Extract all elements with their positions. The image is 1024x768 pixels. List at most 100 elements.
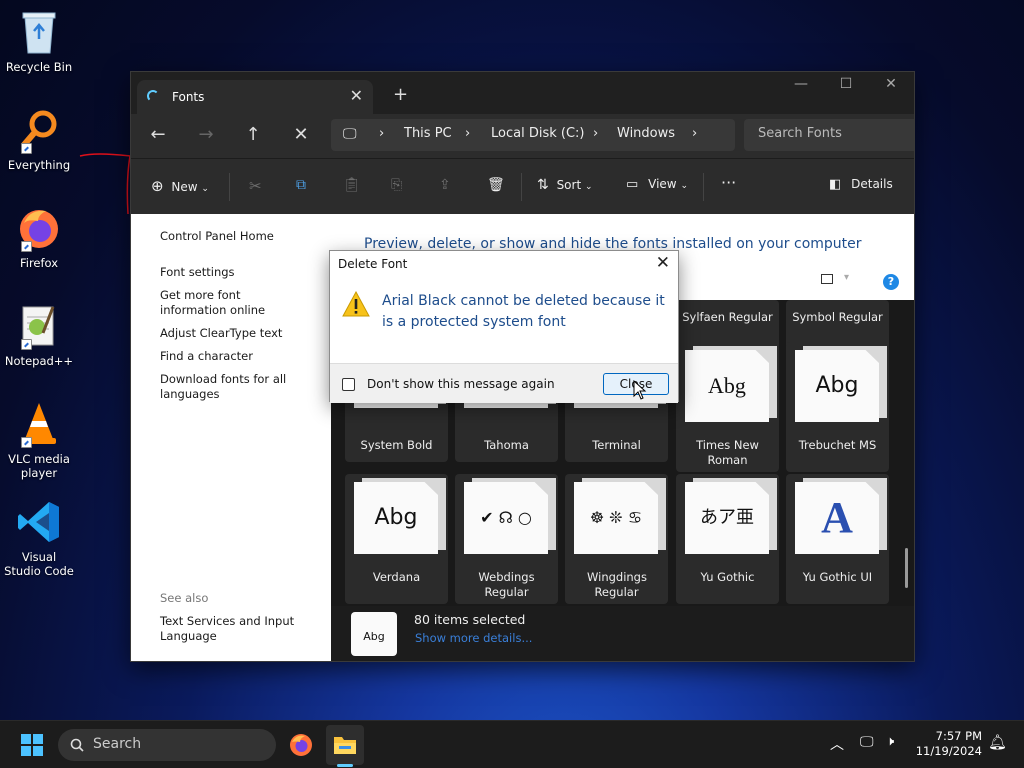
share-icon[interactable]: ⇪: [439, 177, 451, 193]
desktop-icon-notepadpp[interactable]: Notepad++: [4, 302, 74, 368]
link-font-settings[interactable]: Font settings: [160, 265, 235, 280]
dialog-close-icon[interactable]: ✕: [656, 253, 670, 273]
font-name: Sylfaen Regular: [682, 310, 773, 324]
desktop-icon-everything[interactable]: Everything: [4, 106, 74, 172]
font-tile-trebuchet[interactable]: Abg Trebuchet MS: [786, 342, 889, 472]
taskbar: Search ︿ 🖵 🕨 7:57 PM 11/19/2024 🔔︎: [0, 720, 1024, 768]
font-preview: ☸ ❊ ♋: [574, 478, 666, 554]
rename-icon[interactable]: ⎘: [391, 177, 402, 193]
active-app-indicator: [337, 764, 353, 767]
font-name: System Bold: [360, 438, 433, 452]
copy-icon[interactable]: ⧉: [296, 177, 306, 193]
stop-loading-icon[interactable]: ✕: [286, 124, 316, 145]
loading-spinner-icon: [147, 90, 159, 102]
desktop-icon-vlc[interactable]: VLC media player: [4, 400, 74, 480]
link-adjust-cleartype[interactable]: Adjust ClearType text: [160, 326, 282, 341]
font-name: Tahoma: [484, 438, 529, 452]
dialog-footer: Don't show this message again Close: [330, 363, 678, 403]
shortcut-arrow-icon: [21, 143, 32, 154]
separator: [703, 173, 704, 201]
font-tile-yu-gothic[interactable]: あア亜 Yu Gothic: [676, 474, 779, 604]
link-get-more-font-info[interactable]: Get more font information online: [160, 288, 310, 318]
chevron-down-icon[interactable]: ▾: [844, 272, 849, 283]
chevron-down-icon: ⌄: [201, 184, 209, 194]
taskbar-search[interactable]: Search: [58, 729, 276, 761]
search-input[interactable]: Search Fonts: [744, 119, 914, 151]
desktop-icon-recycle-bin[interactable]: Recycle Bin: [4, 8, 74, 74]
new-tab-button[interactable]: +: [393, 84, 408, 105]
up-arrow-icon[interactable]: ↑: [238, 124, 268, 145]
vscode-icon: [15, 498, 63, 546]
network-icon[interactable]: 🖵: [860, 734, 874, 750]
font-name: Symbol Regular: [792, 310, 883, 324]
desktop-icon-label: Recycle Bin: [5, 60, 73, 74]
link-download-fonts[interactable]: Download fonts for all languages: [160, 372, 300, 402]
font-preview: あア亜: [685, 478, 777, 554]
notification-bell-icon[interactable]: 🔔︎: [988, 733, 1007, 751]
font-tile-webdings[interactable]: ✔ ☊ ○ Webdings Regular: [455, 474, 558, 604]
font-name: Wingdings Regular: [587, 570, 647, 599]
minimize-button[interactable]: —: [781, 76, 821, 92]
windows-start-icon[interactable]: [21, 734, 43, 756]
delete-icon[interactable]: 🗑︎: [487, 177, 505, 193]
show-more-details-link[interactable]: Show more details...: [415, 631, 532, 645]
back-arrow-icon[interactable]: ←: [143, 124, 173, 145]
details-status-bar: Abg 80 items selected Show more details.…: [331, 606, 914, 661]
shortcut-arrow-icon: [21, 339, 32, 350]
tab-bar: Fonts ✕ + — ☐ ✕: [131, 72, 914, 114]
address-bar[interactable]: 🖵 › This PC › Local Disk (C:) › Windows …: [331, 119, 735, 151]
help-icon[interactable]: ?: [883, 274, 899, 290]
breadcrumb-local-disk[interactable]: Local Disk (C:): [491, 126, 584, 141]
font-tile-wingdings[interactable]: ☸ ❊ ♋ Wingdings Regular: [565, 474, 668, 604]
breadcrumb-chevron-icon: ›: [465, 126, 471, 141]
font-preview: A: [795, 478, 887, 554]
desktop-icon-label: Visual Studio Code: [4, 550, 74, 578]
font-name: Verdana: [372, 570, 421, 584]
desktop-icon-firefox[interactable]: Firefox: [4, 204, 74, 270]
dialog-title: Delete Font: [338, 257, 408, 271]
separator: [229, 173, 230, 201]
chevron-down-icon: ⌄: [585, 182, 593, 192]
details-button[interactable]: ◧ Details: [829, 177, 893, 192]
breadcrumb-chevron-icon: ›: [593, 126, 599, 141]
dialog-message: Arial Black cannot be deleted because it…: [382, 293, 665, 330]
sort-button[interactable]: ⇅ Sort ⌄: [537, 177, 593, 193]
view-toggle-icon[interactable]: [821, 274, 833, 284]
window-close-button[interactable]: ✕: [871, 76, 911, 92]
volume-muted-icon[interactable]: 🕨: [886, 734, 894, 749]
selection-count: 80 items selected: [414, 612, 526, 627]
paste-icon[interactable]: 📋︎: [343, 177, 361, 193]
view-icon: ▭: [626, 177, 639, 192]
vertical-scrollbar[interactable]: [905, 548, 908, 588]
cut-icon[interactable]: ✂: [249, 177, 262, 195]
breadcrumb-windows[interactable]: Windows: [617, 126, 675, 141]
dont-show-again-label[interactable]: Don't show this message again: [367, 377, 555, 391]
link-text-services[interactable]: Text Services and Input Language: [160, 614, 300, 644]
maximize-button[interactable]: ☐: [826, 76, 866, 92]
file-explorer-taskbar-button[interactable]: [326, 725, 364, 765]
more-options-icon[interactable]: ···: [721, 173, 736, 192]
font-name: Trebuchet MS: [798, 438, 877, 452]
font-preview: ✔ ☊ ○: [464, 478, 556, 554]
search-icon: [70, 738, 84, 752]
see-also-header: See also: [160, 591, 209, 605]
forward-arrow-icon[interactable]: →: [191, 124, 221, 145]
desktop-icon-vscode[interactable]: Visual Studio Code: [4, 498, 74, 578]
view-button[interactable]: ▭ View ⌄: [626, 177, 688, 192]
new-button[interactable]: ⊕ New ⌄: [151, 177, 209, 195]
font-tile-times-new-roman[interactable]: Abg Times New Roman: [676, 342, 779, 472]
shortcut-arrow-icon: [21, 437, 32, 448]
desktop-icon-label: Firefox: [19, 256, 59, 270]
system-clock[interactable]: 7:57 PM 11/19/2024: [910, 729, 982, 759]
font-tile-verdana[interactable]: Abg Verdana: [345, 474, 448, 604]
notepad-plus-plus-icon: [15, 302, 63, 350]
font-tile-yu-gothic-ui[interactable]: A Yu Gothic UI: [786, 474, 889, 604]
breadcrumb-this-pc[interactable]: This PC: [404, 126, 452, 141]
dont-show-again-checkbox[interactable]: [342, 378, 355, 391]
link-find-character[interactable]: Find a character: [160, 349, 253, 364]
tab-fonts[interactable]: Fonts ✕: [137, 80, 373, 114]
link-control-panel-home[interactable]: Control Panel Home: [160, 229, 274, 244]
firefox-taskbar-icon[interactable]: [289, 733, 313, 757]
chevron-up-icon[interactable]: ︿: [830, 734, 844, 754]
tab-close-icon[interactable]: ✕: [350, 86, 363, 105]
